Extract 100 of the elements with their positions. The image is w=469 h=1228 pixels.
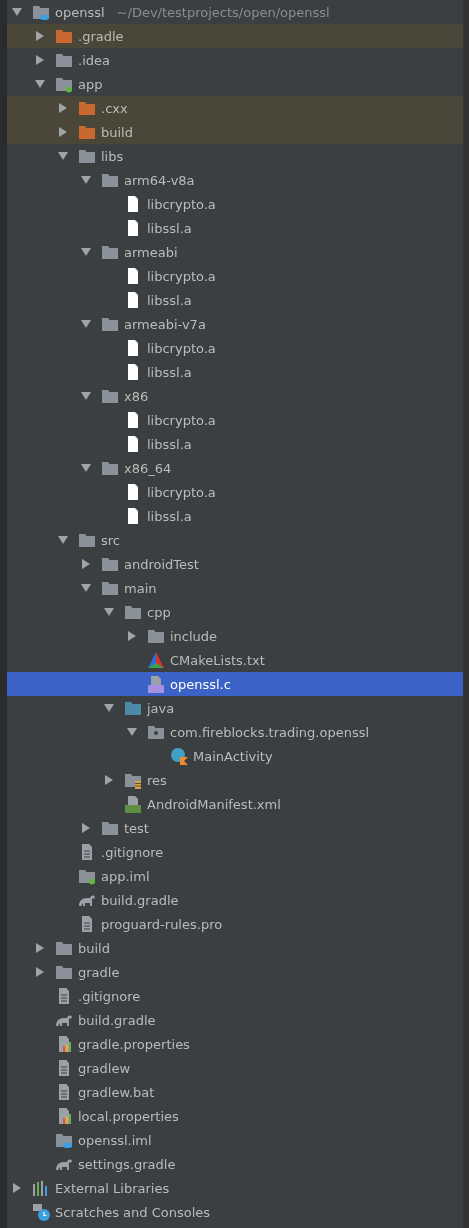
tree-item[interactable]: androidTest	[7, 552, 463, 576]
tree-item[interactable]: AndroidManifest.xml	[7, 792, 463, 816]
folder-icon	[78, 147, 96, 165]
tree-item[interactable]: build.gradle	[7, 888, 463, 912]
tree-item[interactable]: main	[7, 576, 463, 600]
tree-item[interactable]: CMakeLists.txt	[7, 648, 463, 672]
tree-item[interactable]: settings.gradle	[7, 1152, 463, 1176]
tree-item[interactable]: libssl.a	[7, 504, 463, 528]
tree-item[interactable]: cpp	[7, 600, 463, 624]
tree-item[interactable]: build	[7, 120, 463, 144]
tree-item[interactable]: armeabi-v7a	[7, 312, 463, 336]
expand-arrow-icon[interactable]	[12, 1183, 22, 1193]
collapse-arrow-icon[interactable]	[35, 79, 45, 89]
tree-item[interactable]: .gitignore	[7, 840, 463, 864]
collapse-arrow-icon[interactable]	[81, 583, 91, 593]
tree-item[interactable]: openssl.c	[7, 672, 463, 696]
tree-item[interactable]: .cxx	[7, 96, 463, 120]
tree-item[interactable]: libcrypto.a	[7, 336, 463, 360]
tree-item[interactable]: build.gradle	[7, 1008, 463, 1032]
expand-arrow-icon[interactable]	[35, 967, 45, 977]
tree-item[interactable]: libssl.a	[7, 360, 463, 384]
folder-icon	[147, 627, 165, 645]
tree-item[interactable]: gradlew.bat	[7, 1080, 463, 1104]
expand-arrow-icon[interactable]	[81, 559, 91, 569]
project-path: ~/Dev/testprojects/open/openssl	[116, 4, 330, 20]
tree-item[interactable]: libcrypto.a	[7, 264, 463, 288]
tree-item[interactable]: proguard-rules.pro	[7, 912, 463, 936]
folder-icon	[101, 315, 119, 333]
folder-icon	[101, 171, 119, 189]
tree-item[interactable]: .idea	[7, 48, 463, 72]
expand-arrow-icon[interactable]	[58, 127, 68, 137]
tree-item[interactable]: app	[7, 72, 463, 96]
tree-item[interactable]: gradlew	[7, 1056, 463, 1080]
folder-icon	[124, 699, 142, 717]
tree-item[interactable]: libssl.a	[7, 288, 463, 312]
expand-arrow-icon[interactable]	[104, 775, 114, 785]
folder-icon	[101, 819, 119, 837]
collapse-arrow-icon[interactable]	[12, 7, 22, 17]
collapse-arrow-icon[interactable]	[58, 151, 68, 161]
collapse-arrow-icon[interactable]	[104, 703, 114, 713]
tree-item[interactable]: com.fireblocks.trading.openssl	[7, 720, 463, 744]
folder-icon	[124, 603, 142, 621]
tree-item[interactable]: app.iml	[7, 864, 463, 888]
tree-item[interactable]: x86	[7, 384, 463, 408]
tree-item[interactable]: libssl.a	[7, 216, 463, 240]
folder-icon	[78, 531, 96, 549]
project-folder-icon	[55, 1131, 73, 1149]
expand-arrow-icon[interactable]	[35, 31, 45, 41]
tree-item[interactable]: src	[7, 528, 463, 552]
collapse-arrow-icon[interactable]	[81, 319, 91, 329]
tree-item[interactable]: test	[7, 816, 463, 840]
tree-item[interactable]: x86_64	[7, 456, 463, 480]
expand-arrow-icon[interactable]	[35, 943, 45, 953]
collapse-arrow-icon[interactable]	[81, 175, 91, 185]
folder-icon	[101, 555, 119, 573]
tree-item[interactable]: MainActivity	[7, 744, 463, 768]
kotlin-class-icon	[170, 747, 188, 765]
tree-item[interactable]: .gitignore	[7, 984, 463, 1008]
tree-item[interactable]: build	[7, 936, 463, 960]
tree-item[interactable]: local.properties	[7, 1104, 463, 1128]
tree-item[interactable]: External Libraries	[7, 1176, 463, 1200]
cmake-triangle-icon	[147, 651, 165, 669]
expand-arrow-icon[interactable]	[58, 103, 68, 113]
expand-arrow-icon[interactable]	[35, 55, 45, 65]
collapse-arrow-icon[interactable]	[81, 247, 91, 257]
tree-item[interactable]: openssl ~/Dev/testprojects/open/openssl	[7, 0, 463, 24]
tree-item[interactable]: libs	[7, 144, 463, 168]
tree-item[interactable]: arm64-v8a	[7, 168, 463, 192]
tree-item[interactable]: libcrypto.a	[7, 408, 463, 432]
tree-item[interactable]: openssl.iml	[7, 1128, 463, 1152]
tree-item[interactable]: res	[7, 768, 463, 792]
scratches-clock-icon	[32, 1203, 50, 1221]
collapse-arrow-icon[interactable]	[127, 727, 137, 737]
folder-icon	[101, 387, 119, 405]
tree-item[interactable]: Scratches and Consoles	[7, 1200, 463, 1224]
folder-icon	[101, 579, 119, 597]
folder-icon	[55, 51, 73, 69]
expand-arrow-icon[interactable]	[81, 823, 91, 833]
tree-item[interactable]: java	[7, 696, 463, 720]
tree-item[interactable]: gradle	[7, 960, 463, 984]
tree-item[interactable]: libssl.a	[7, 432, 463, 456]
project-folder-icon	[32, 3, 50, 21]
collapse-arrow-icon[interactable]	[104, 607, 114, 617]
collapse-arrow-icon[interactable]	[81, 463, 91, 473]
manifest-file-icon	[124, 795, 142, 813]
tree-item[interactable]: armeabi	[7, 240, 463, 264]
tree-item[interactable]: libcrypto.a	[7, 480, 463, 504]
tree-item[interactable]: libcrypto.a	[7, 192, 463, 216]
collapse-arrow-icon[interactable]	[58, 535, 68, 545]
tree-item[interactable]: gradle.properties	[7, 1032, 463, 1056]
expand-arrow-icon[interactable]	[127, 631, 137, 641]
tree-item[interactable]: .gradle	[7, 24, 463, 48]
c-file-icon	[147, 675, 165, 693]
module-file-icon	[78, 867, 96, 885]
libraries-icon	[32, 1179, 50, 1197]
collapse-arrow-icon[interactable]	[81, 391, 91, 401]
tree-item[interactable]: include	[7, 624, 463, 648]
folder-icon	[101, 243, 119, 261]
folder-icon	[55, 963, 73, 981]
folder-icon	[78, 99, 96, 117]
